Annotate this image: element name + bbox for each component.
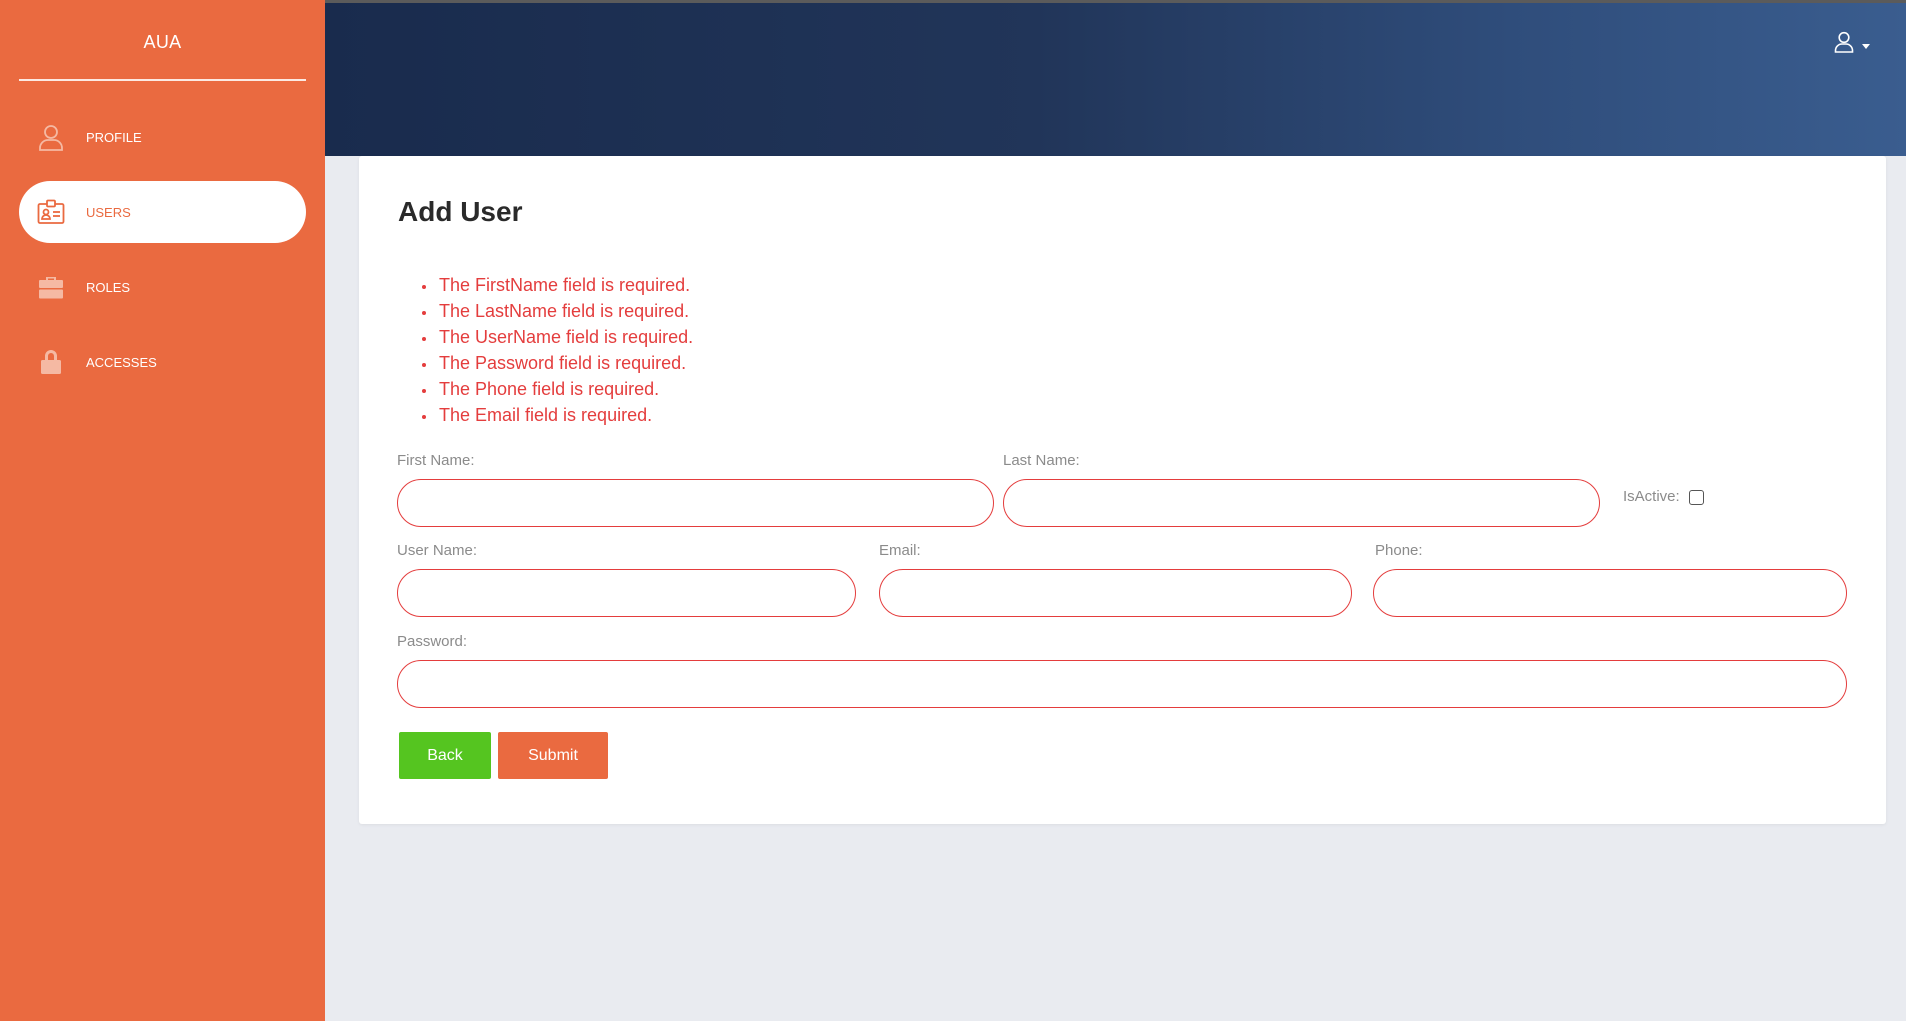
user-name-input[interactable] [397, 569, 856, 617]
lock-icon [36, 347, 66, 377]
email-input[interactable] [879, 569, 1352, 617]
back-button[interactable]: Back [399, 732, 491, 779]
phone-input[interactable] [1373, 569, 1847, 617]
sidebar: AUA PROFILE USERS ROLES ACCESSES [0, 0, 325, 1021]
error-message: The FirstName field is required. [437, 272, 693, 298]
validation-summary: The FirstName field is required. The Las… [437, 272, 693, 428]
brand-title[interactable]: AUA [19, 0, 306, 81]
briefcase-icon [36, 272, 66, 302]
user-menu[interactable] [1834, 31, 1870, 58]
sidebar-item-profile[interactable]: PROFILE [19, 106, 306, 168]
error-message: The Phone field is required. [437, 376, 693, 402]
error-message: The Email field is required. [437, 402, 693, 428]
password-input[interactable] [397, 660, 1847, 708]
page-title: Add User [398, 196, 523, 227]
phone-label: Phone: [1375, 542, 1423, 559]
top-header [325, 0, 1906, 156]
sidebar-item-users[interactable]: USERS [19, 181, 306, 243]
user-outline-icon [36, 122, 66, 152]
user-icon [1834, 31, 1854, 58]
sidebar-item-label: ACCESSES [86, 354, 157, 370]
sidebar-item-label: PROFILE [86, 129, 142, 145]
sidebar-item-label: USERS [86, 204, 131, 220]
add-user-card: Add User The FirstName field is required… [359, 156, 1886, 824]
is-active-checkbox[interactable] [1689, 490, 1704, 505]
last-name-label: Last Name: [1003, 452, 1080, 469]
submit-button[interactable]: Submit [498, 732, 608, 779]
email-label: Email: [879, 542, 921, 559]
error-message: The Password field is required. [437, 350, 693, 376]
first-name-input[interactable] [397, 479, 994, 527]
first-name-label: First Name: [397, 452, 475, 469]
error-message: The LastName field is required. [437, 298, 693, 324]
sidebar-item-label: ROLES [86, 279, 131, 295]
sidebar-item-roles[interactable]: ROLES [19, 256, 306, 318]
sidebar-item-accesses[interactable]: ACCESSES [19, 331, 306, 393]
caret-down-icon [1862, 36, 1870, 54]
id-card-icon [36, 197, 66, 227]
password-label: Password: [397, 633, 468, 650]
error-message: The UserName field is required. [437, 324, 693, 350]
is-active-label: IsActive: [1623, 488, 1680, 505]
user-name-label: User Name: [397, 542, 478, 559]
last-name-input[interactable] [1003, 479, 1600, 527]
